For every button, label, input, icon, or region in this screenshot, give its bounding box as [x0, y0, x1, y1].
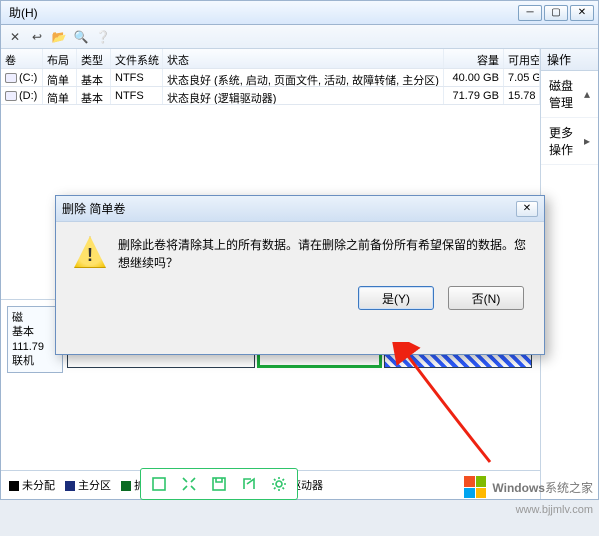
menu-help[interactable]: 助(H)	[9, 4, 38, 21]
tool-expand-icon[interactable]	[175, 472, 203, 496]
close-icon[interactable]: ✕	[7, 29, 23, 45]
search-icon[interactable]: 🔍	[73, 29, 89, 45]
action-more[interactable]: 更多操作 ▸	[541, 118, 598, 165]
chevron-up-icon: ▴	[584, 87, 590, 101]
watermark-url: www.bjjmlv.com	[516, 504, 593, 516]
tool-share-icon[interactable]	[235, 472, 263, 496]
action-disk-management[interactable]: 磁盘管理 ▴	[541, 71, 598, 118]
warning-icon: !	[74, 236, 106, 268]
col-volume[interactable]: 卷	[1, 49, 43, 68]
yes-button[interactable]: 是(Y)	[358, 286, 434, 310]
minimize-button[interactable]: ─	[518, 5, 542, 21]
screenshot-toolbar	[140, 468, 298, 500]
help-icon[interactable]: ❔	[95, 29, 111, 45]
actions-pane: 操作 磁盘管理 ▴ 更多操作 ▸	[541, 49, 598, 499]
titlebar: 助(H) ─ ▢ ✕	[1, 1, 598, 25]
volume-row[interactable]: (D:) 简单 基本 NTFS 状态良好 (逻辑驱动器) 71.79 GB 15…	[1, 87, 540, 105]
tool-rect-icon[interactable]	[145, 472, 173, 496]
col-capacity[interactable]: 容量	[444, 49, 504, 68]
volume-icon	[5, 73, 17, 83]
back-icon[interactable]: ↩	[29, 29, 45, 45]
delete-volume-dialog: 删除 简单卷 ✕ ! 删除此卷将清除其上的所有数据。请在删除之前备份所有希望保留…	[55, 195, 545, 355]
col-fs[interactable]: 文件系统	[111, 49, 163, 68]
dialog-message: 删除此卷将清除其上的所有数据。请在删除之前备份所有希望保留的数据。您想继续吗？	[118, 236, 526, 272]
no-button[interactable]: 否(N)	[448, 286, 524, 310]
folder-open-icon[interactable]: 📂	[51, 29, 67, 45]
toolbar: ✕ ↩ 📂 🔍 ❔	[1, 25, 598, 49]
col-avail[interactable]: 可用空	[504, 49, 540, 68]
col-status[interactable]: 状态	[163, 49, 444, 68]
dialog-title: 删除 简单卷	[62, 200, 125, 217]
tool-settings-icon[interactable]	[265, 472, 293, 496]
col-layout[interactable]: 布局	[43, 49, 77, 68]
col-type[interactable]: 类型	[77, 49, 111, 68]
actions-header: 操作	[541, 49, 598, 71]
maximize-button[interactable]: ▢	[544, 5, 568, 21]
dialog-close-button[interactable]: ✕	[516, 201, 538, 217]
tool-save-icon[interactable]	[205, 472, 233, 496]
windows-logo-icon	[464, 476, 486, 498]
close-window-button[interactable]: ✕	[570, 5, 594, 21]
volume-row[interactable]: (C:) 简单 基本 NTFS 状态良好 (系统, 启动, 页面文件, 活动, …	[1, 69, 540, 87]
watermark: Windows系统之家	[464, 476, 593, 498]
volume-list-header: 卷 布局 类型 文件系统 状态 容量 可用空	[1, 49, 540, 69]
volume-icon	[5, 91, 17, 101]
chevron-right-icon: ▸	[584, 134, 590, 148]
